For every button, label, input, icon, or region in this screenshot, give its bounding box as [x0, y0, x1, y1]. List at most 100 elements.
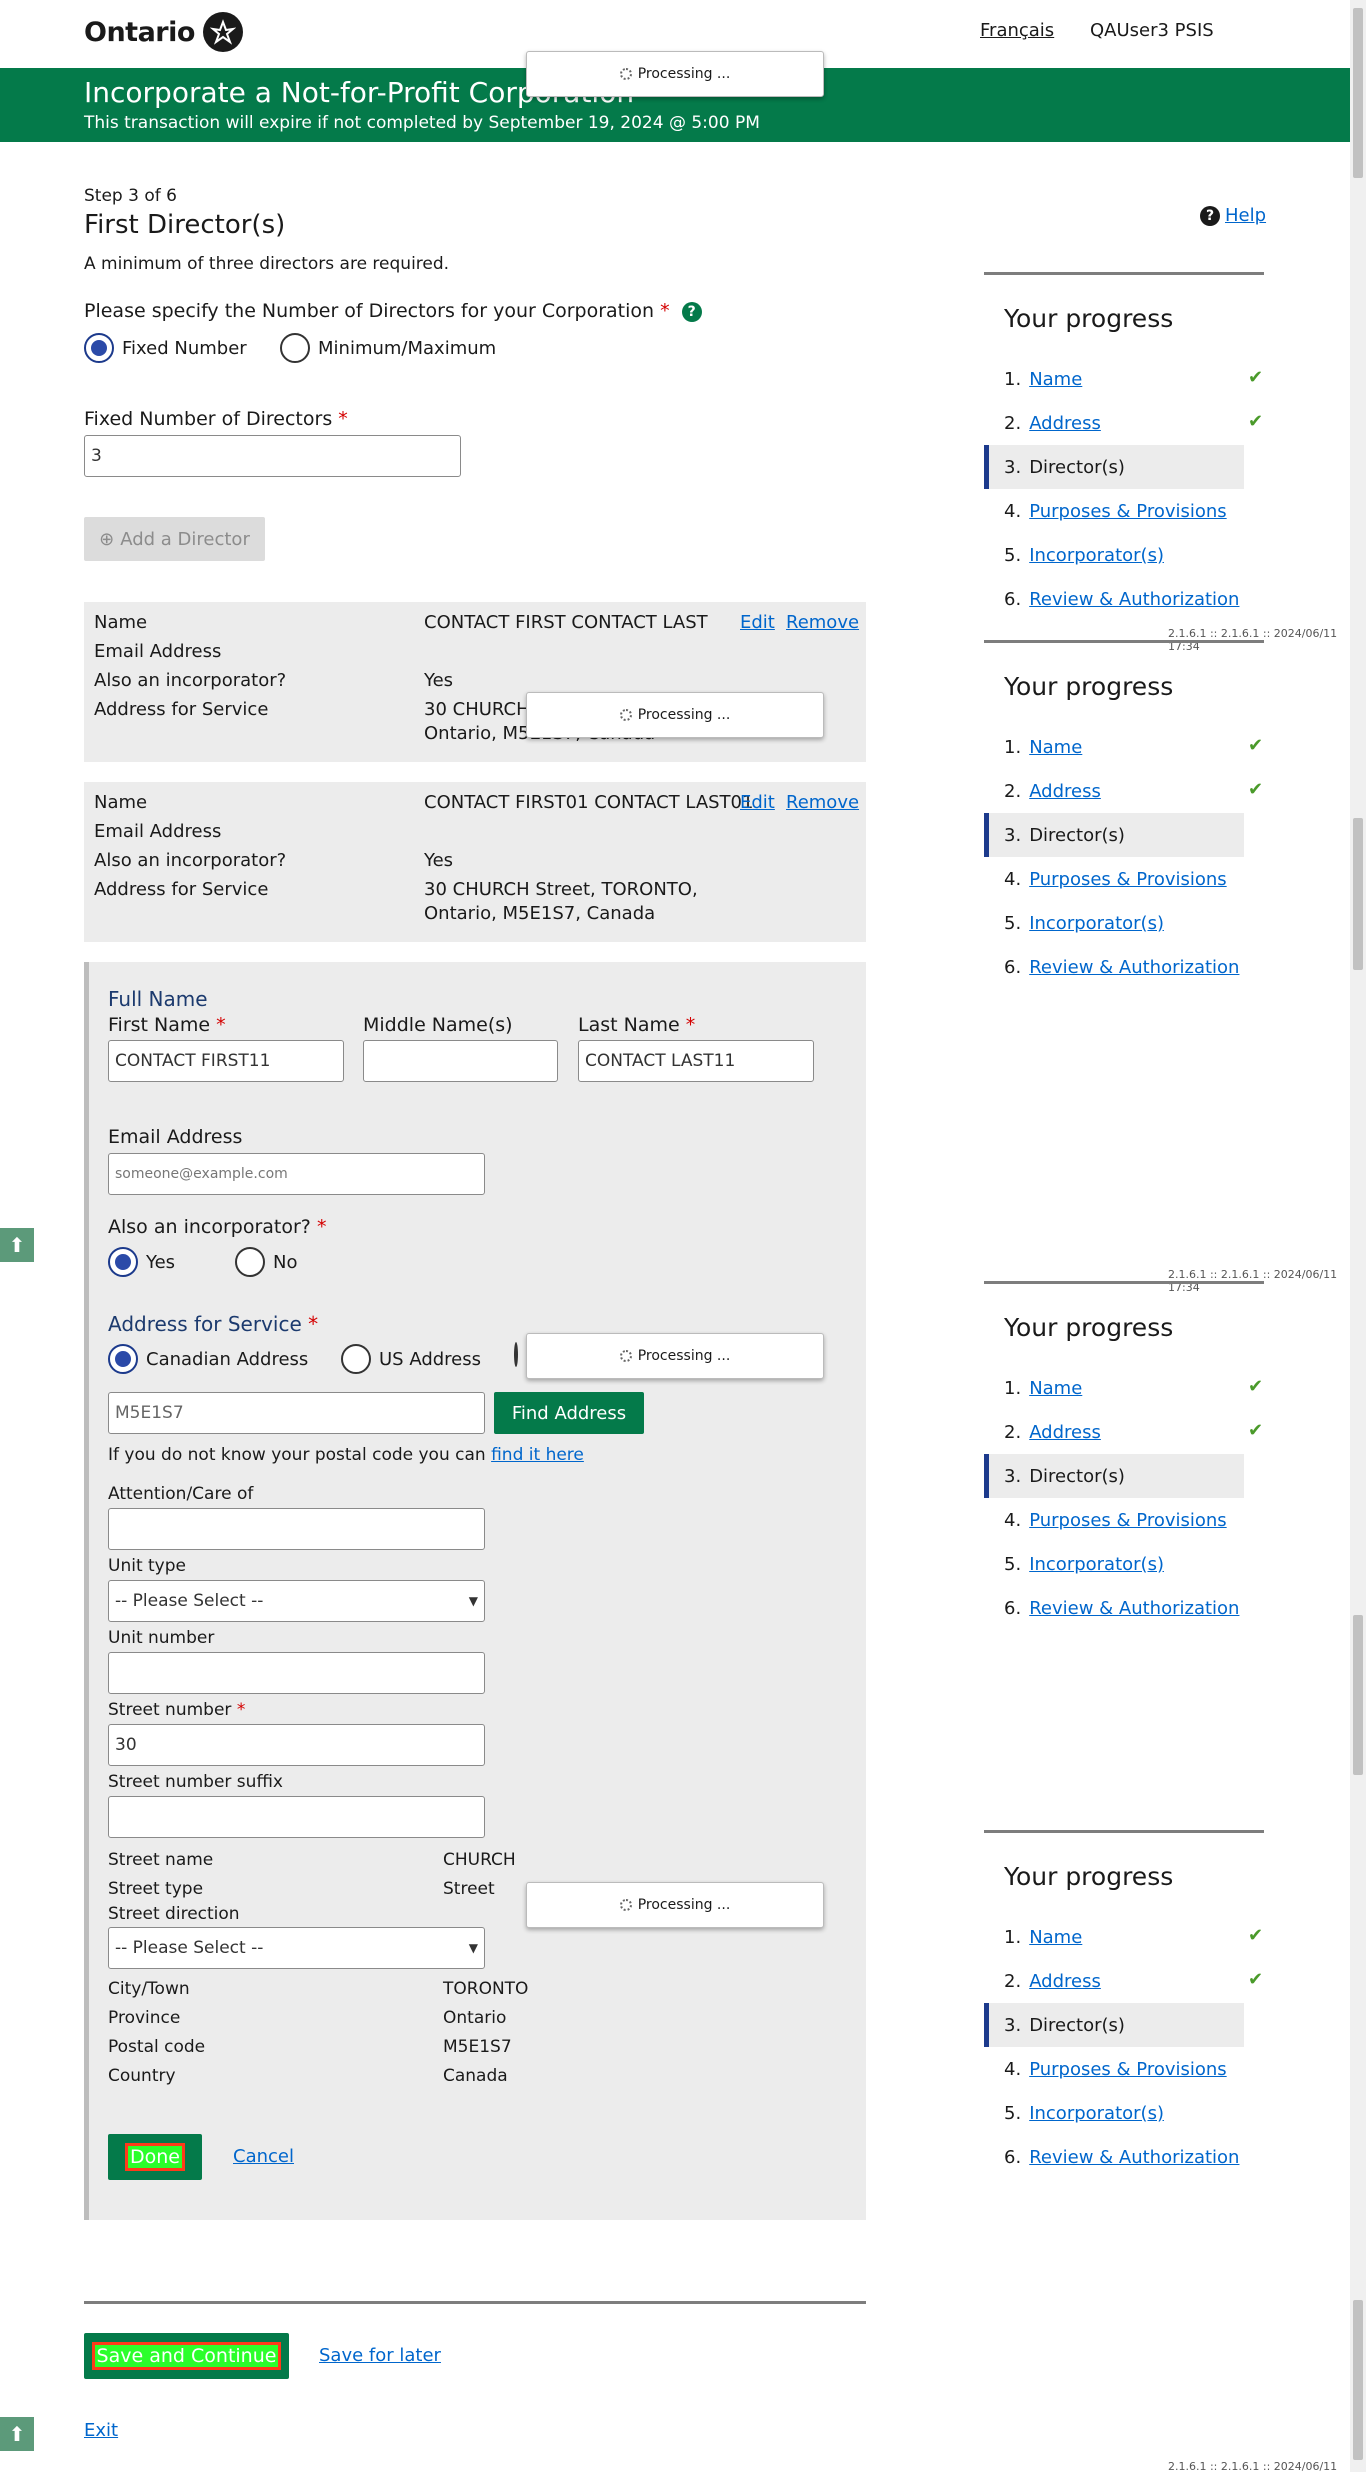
unit-type-select[interactable]: -- Please Select -- ▼: [108, 1580, 485, 1622]
step-link[interactable]: Review & Authorization: [1029, 1598, 1239, 1619]
step-link[interactable]: Incorporator(s): [1029, 2103, 1164, 2124]
save-and-continue-button[interactable]: Save and Continue: [84, 2333, 289, 2379]
progress-item-review[interactable]: 6. Review & Authorization: [984, 577, 1244, 621]
progress-item-incorporators[interactable]: 5. Incorporator(s): [984, 2091, 1244, 2135]
question-help-icon[interactable]: ?: [681, 301, 702, 322]
scrollbar-thumb[interactable]: [1353, 818, 1363, 970]
step-link[interactable]: Incorporator(s): [1029, 913, 1164, 934]
exit-link[interactable]: Exit: [84, 2420, 118, 2441]
language-link[interactable]: Français: [980, 20, 1054, 41]
progress-item-purposes[interactable]: 4. Purposes & Provisions: [984, 489, 1244, 533]
progress-item-name[interactable]: 1. Name: [984, 1366, 1244, 1410]
progress-item-name[interactable]: 1. Name: [984, 725, 1244, 769]
radio-minimum-maximum[interactable]: Minimum/Maximum: [280, 333, 496, 363]
edit-director-link[interactable]: Edit: [740, 612, 775, 633]
scrollbar-thumb[interactable]: [1353, 1615, 1363, 1775]
step-number: 2.: [1004, 412, 1022, 434]
step-link[interactable]: Name: [1029, 369, 1082, 390]
remove-director-link[interactable]: Remove: [786, 612, 859, 633]
radio-incorporator-no[interactable]: No: [235, 1247, 297, 1277]
step-link[interactable]: Address: [1029, 781, 1101, 802]
find-postal-code-link[interactable]: find it here: [491, 1445, 584, 1465]
step-link[interactable]: Address: [1029, 1422, 1101, 1443]
progress-item-address[interactable]: 2. Address: [984, 769, 1244, 813]
progress-item-address[interactable]: 2. Address: [984, 1410, 1244, 1454]
postal-code-input[interactable]: M5E1S7: [108, 1392, 485, 1434]
progress-item-address[interactable]: 2. Address: [984, 401, 1244, 445]
fixed-number-input[interactable]: 3: [84, 435, 461, 477]
add-director-button[interactable]: ⊕ Add a Director: [84, 517, 265, 561]
scrollbar-thumb[interactable]: [1353, 2300, 1363, 2460]
step-link[interactable]: Name: [1029, 1927, 1082, 1948]
progress-item-review[interactable]: 6. Review & Authorization: [984, 1586, 1244, 1630]
radio-button[interactable]: [280, 333, 310, 363]
check-icon: ✔: [1248, 1376, 1264, 1397]
vertical-scrollbar[interactable]: [1350, 0, 1366, 2472]
radio-incorporator-yes[interactable]: Yes: [108, 1247, 175, 1277]
progress-item-name[interactable]: 1. Name: [984, 357, 1244, 401]
radio-canadian-address[interactable]: Canadian Address: [108, 1344, 308, 1374]
progress-item-incorporators[interactable]: 5. Incorporator(s): [984, 533, 1244, 577]
back-to-top-arrow-icon[interactable]: ⬆: [0, 1228, 34, 1262]
middle-name-label: Middle Name(s): [363, 1014, 513, 1036]
step-link[interactable]: Name: [1029, 1378, 1082, 1399]
radio-button[interactable]: [235, 1247, 265, 1277]
radio-button[interactable]: [108, 1344, 138, 1374]
street-direction-select[interactable]: -- Please Select -- ▼: [108, 1927, 485, 1969]
step-link[interactable]: Incorporator(s): [1029, 545, 1164, 566]
progress-item-review[interactable]: 6. Review & Authorization: [984, 2135, 1244, 2179]
first-name-input[interactable]: CONTACT FIRST11: [108, 1040, 344, 1082]
street-suffix-input[interactable]: [108, 1796, 485, 1838]
progress-item-purposes[interactable]: 4. Purposes & Provisions: [984, 857, 1244, 901]
radio-button[interactable]: [84, 333, 114, 363]
progress-item-name[interactable]: 1. Name: [984, 1915, 1244, 1959]
middle-name-input[interactable]: [363, 1040, 558, 1082]
step-link[interactable]: Incorporator(s): [1029, 1554, 1164, 1575]
postal-hint-text: If you do not know your postal code you …: [108, 1445, 486, 1465]
step-number: 5.: [1004, 1553, 1022, 1575]
edit-director-link[interactable]: Edit: [740, 792, 775, 813]
step-link[interactable]: Purposes & Provisions: [1029, 501, 1226, 522]
last-name-input[interactable]: CONTACT LAST11: [578, 1040, 814, 1082]
progress-divider: [984, 272, 1264, 275]
step-number: 5.: [1004, 2102, 1022, 2124]
user-menu[interactable]: QAUser3 PSIS: [1090, 20, 1214, 41]
step-link[interactable]: Purposes & Provisions: [1029, 869, 1226, 890]
radio-other-address[interactable]: [514, 1342, 518, 1367]
unit-number-input[interactable]: [108, 1652, 485, 1694]
progress-item-purposes[interactable]: 4. Purposes & Provisions: [984, 1498, 1244, 1542]
step-link[interactable]: Purposes & Provisions: [1029, 2059, 1226, 2080]
attention-input[interactable]: [108, 1508, 485, 1550]
progress-item-purposes[interactable]: 4. Purposes & Provisions: [984, 2047, 1244, 2091]
step-link[interactable]: Review & Authorization: [1029, 957, 1239, 978]
radio-button[interactable]: [108, 1247, 138, 1277]
progress-item-incorporators[interactable]: 5. Incorporator(s): [984, 1542, 1244, 1586]
remove-director-link[interactable]: Remove: [786, 792, 859, 813]
cancel-link[interactable]: Cancel: [233, 2146, 294, 2167]
radio-us-address[interactable]: US Address: [341, 1344, 481, 1374]
radio-fixed-number[interactable]: Fixed Number: [84, 333, 247, 363]
help-link[interactable]: ? Help: [1200, 205, 1266, 226]
find-address-button[interactable]: Find Address: [494, 1392, 644, 1434]
progress-item-review[interactable]: 6. Review & Authorization: [984, 945, 1244, 989]
help-icon: ?: [1200, 205, 1220, 226]
step-link[interactable]: Address: [1029, 413, 1101, 434]
done-button[interactable]: Done: [108, 2134, 202, 2180]
ontario-logo[interactable]: Ontario: [84, 12, 243, 52]
radio-button[interactable]: [341, 1344, 371, 1374]
step-number: 1.: [1004, 1377, 1022, 1399]
step-link[interactable]: Address: [1029, 1971, 1101, 1992]
province-value: Ontario: [443, 2008, 507, 2028]
progress-item-address[interactable]: 2. Address: [984, 1959, 1244, 2003]
step-label: Director(s): [1029, 1465, 1125, 1487]
step-link[interactable]: Review & Authorization: [1029, 589, 1239, 610]
step-link[interactable]: Name: [1029, 737, 1082, 758]
step-link[interactable]: Review & Authorization: [1029, 2147, 1239, 2168]
street-number-input[interactable]: 30: [108, 1724, 485, 1766]
step-link[interactable]: Purposes & Provisions: [1029, 1510, 1226, 1531]
email-input[interactable]: someone@example.com: [108, 1153, 485, 1195]
scrollbar-thumb[interactable]: [1353, 8, 1363, 178]
back-to-top-arrow-icon[interactable]: ⬆: [0, 2417, 34, 2451]
progress-item-incorporators[interactable]: 5. Incorporator(s): [984, 901, 1244, 945]
save-for-later-link[interactable]: Save for later: [319, 2345, 441, 2366]
